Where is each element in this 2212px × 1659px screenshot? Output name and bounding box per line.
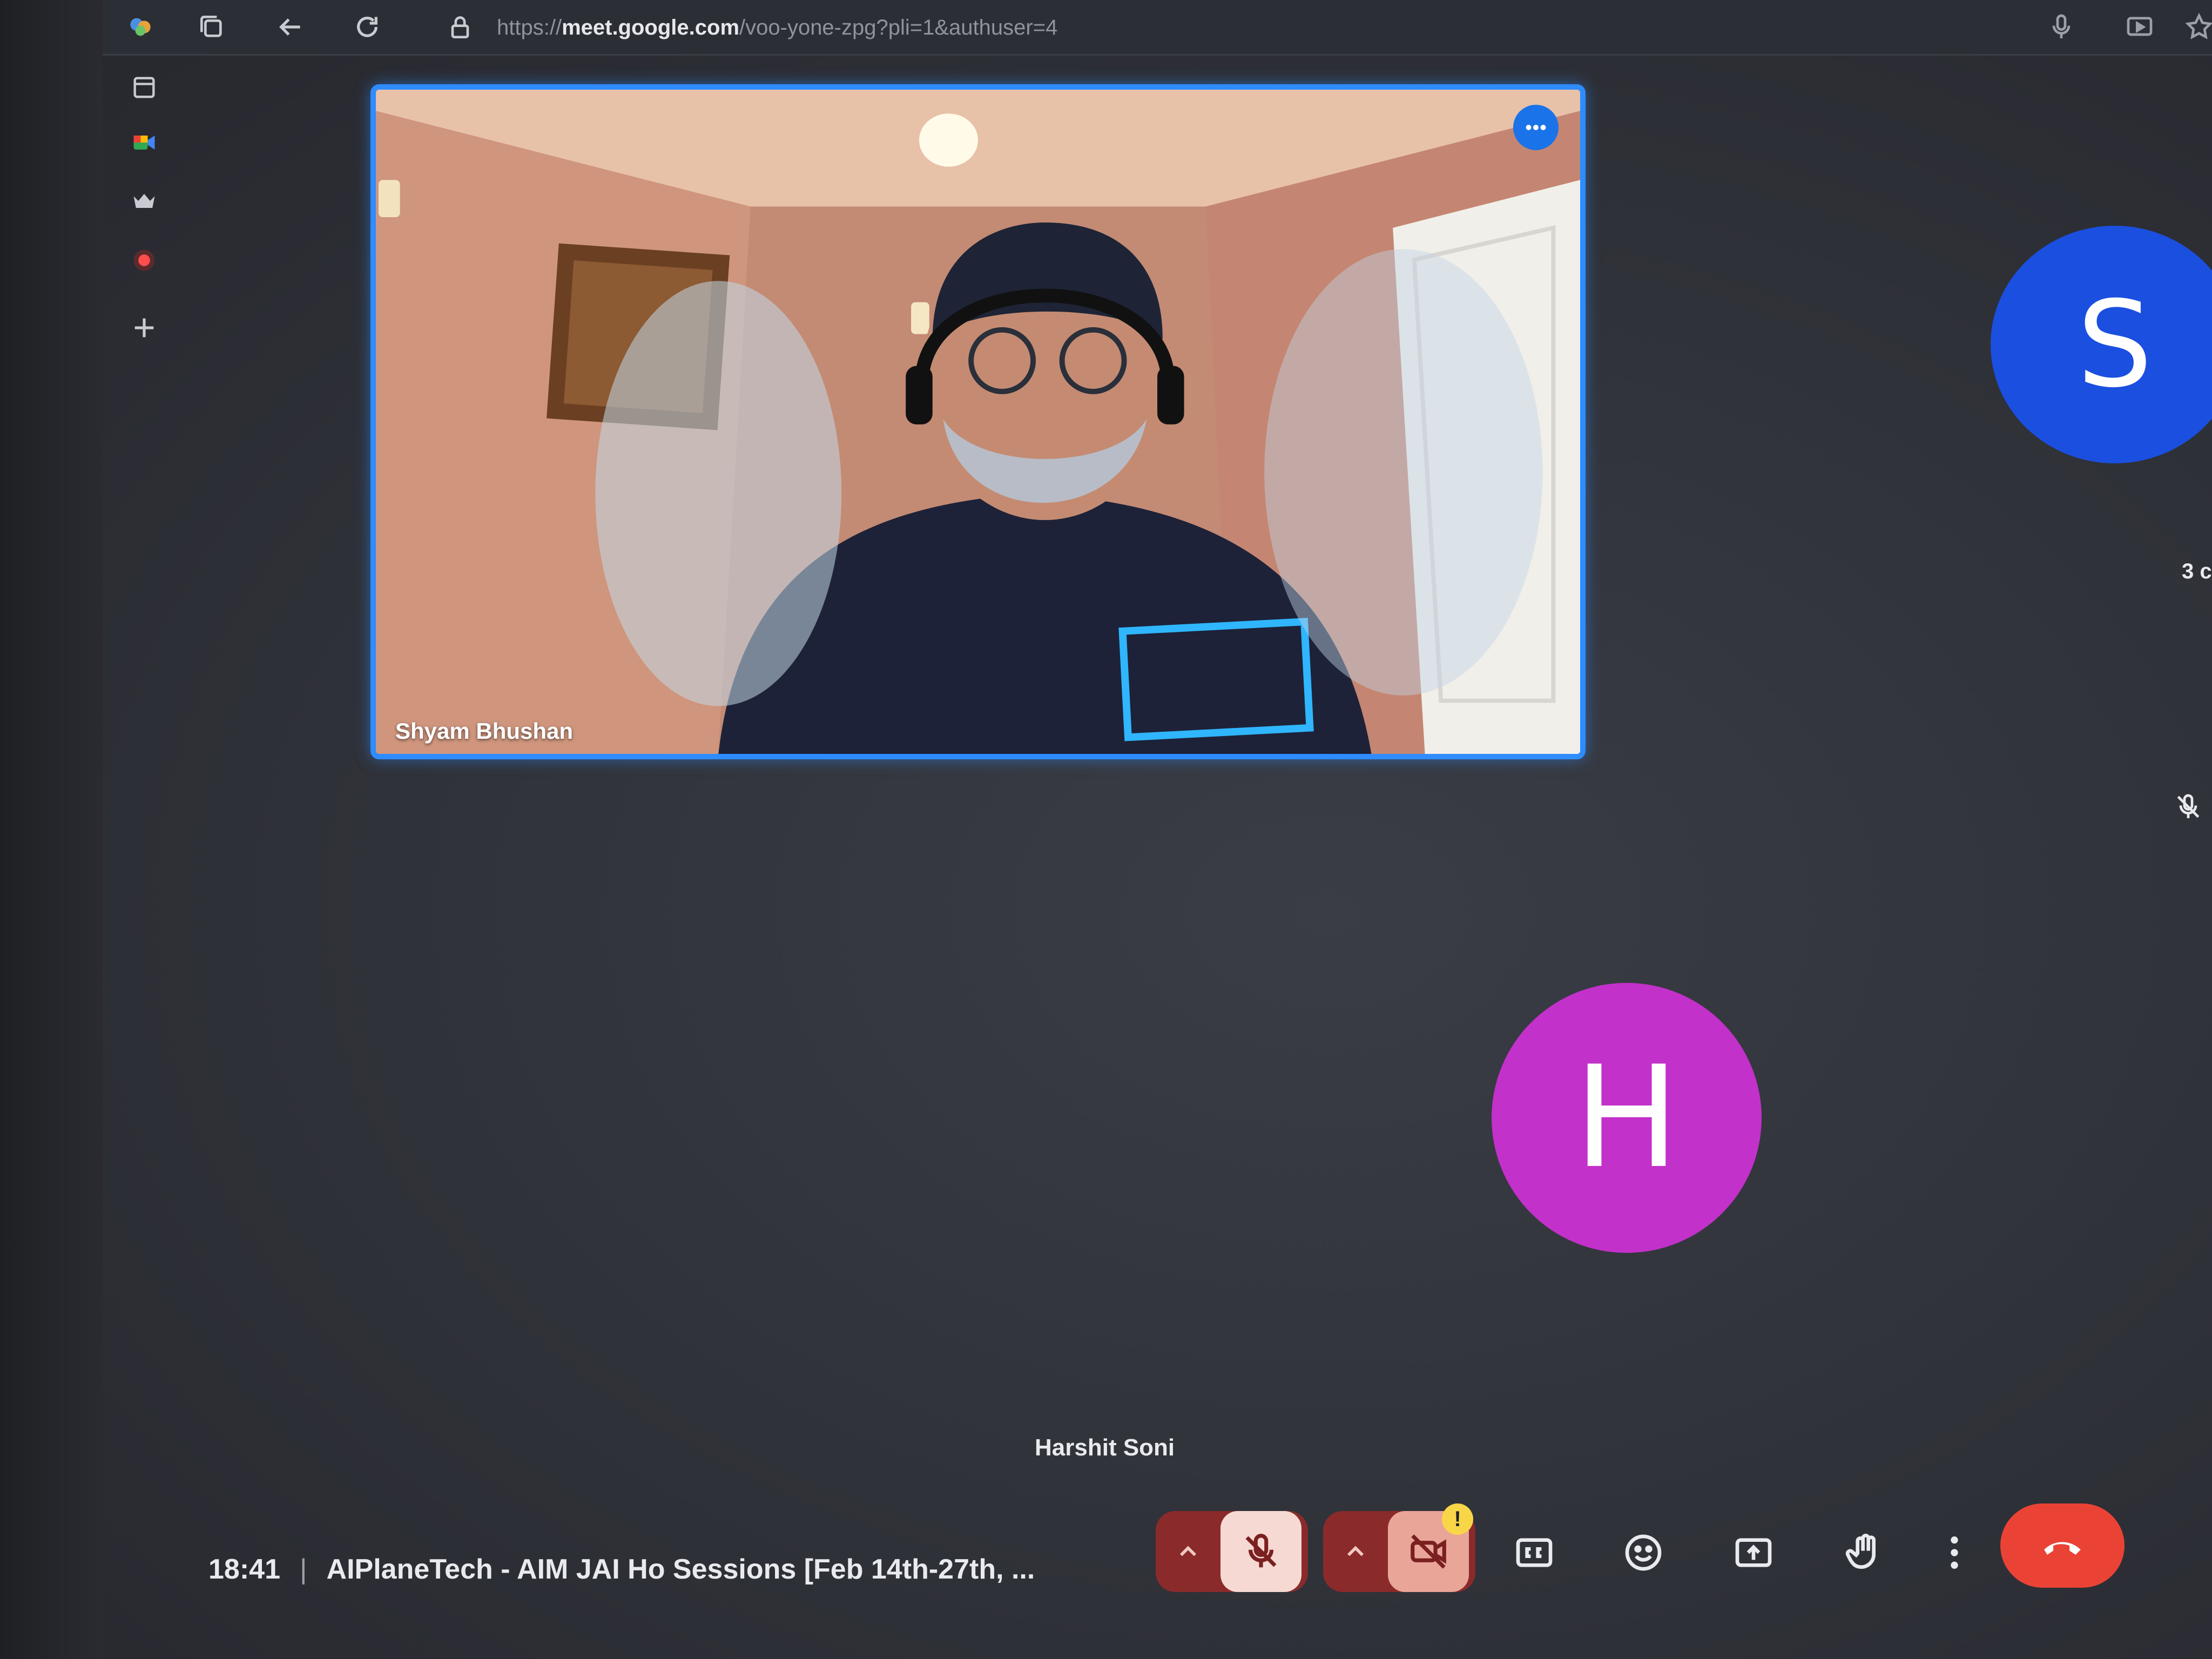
participant-avatar-s[interactable]: S: [1991, 226, 2212, 463]
participant-name-label: Harshit Soni: [1035, 1434, 1175, 1461]
camera-control-group: !: [1323, 1503, 1475, 1592]
meeting-info-separator: |: [300, 1554, 307, 1585]
mic-toggle-button[interactable]: [1220, 1511, 1301, 1592]
back-icon[interactable]: [273, 10, 307, 44]
meet-screen: https://meet.google.com/voo-yone-zpg?pli…: [0, 0, 2212, 1659]
participant-name-label: Shyam Bhushan: [395, 718, 574, 744]
participant-video: [376, 90, 1580, 754]
present-icon: [1735, 1538, 1772, 1567]
cast-icon[interactable]: [2122, 10, 2157, 44]
main-video-tile[interactable]: Shyam Bhushan: [370, 84, 1586, 759]
camera-warning-badge: !: [1442, 1503, 1473, 1535]
raise-hand-icon: [1845, 1534, 1876, 1569]
more-options-button[interactable]: [1914, 1512, 1995, 1593]
bookmark-star-icon[interactable]: [2182, 10, 2212, 44]
mic-control-group: [1156, 1511, 1308, 1592]
browser-toolbar: [103, 0, 2212, 56]
captions-icon: [1516, 1538, 1553, 1567]
emoji-icon: [1625, 1534, 1662, 1571]
emoji-reactions-button[interactable]: [1603, 1512, 1684, 1593]
reload-icon[interactable]: [350, 10, 385, 44]
panel-icon[interactable]: [127, 70, 161, 105]
meet-icon[interactable]: [127, 125, 161, 160]
tabs-icon[interactable]: [194, 10, 229, 44]
add-icon[interactable]: [127, 311, 161, 345]
more-options-icon: [1526, 125, 1546, 130]
leave-call-button[interactable]: [2000, 1503, 2125, 1588]
meeting-time: 18:41: [208, 1554, 280, 1585]
avatar-initial: H: [1574, 1036, 1680, 1199]
camera-toggle-button[interactable]: !: [1388, 1503, 1473, 1592]
camera-off-icon: [1411, 1534, 1446, 1569]
chevron-up-icon: [1347, 1546, 1364, 1556]
address-bar[interactable]: https://meet.google.com/voo-yone-zpg?pli…: [497, 12, 1057, 43]
muted-mic-icon: [2173, 792, 2203, 822]
captions-button[interactable]: [1494, 1512, 1575, 1593]
more-vert-icon: [1951, 1536, 1958, 1569]
url-path: /voo-yone-zpg?pli=1&authuser=4: [739, 16, 1058, 39]
mic-off-icon: [1245, 1534, 1277, 1568]
chevron-up-icon: [1180, 1546, 1196, 1556]
left-edge: [0, 0, 103, 1659]
record-icon[interactable]: [127, 243, 161, 278]
meeting-info: 18:41 | AIPlaneTech - AIM JAI Ho Session…: [208, 1553, 1035, 1586]
meeting-title: AIPlaneTech - AIM JAI Ho Sessions [Feb 1…: [326, 1554, 1035, 1585]
audio-options-button[interactable]: [1156, 1511, 1220, 1592]
hangup-icon: [2044, 1542, 2081, 1555]
lock-icon[interactable]: [443, 10, 477, 44]
crown-icon[interactable]: [127, 184, 161, 218]
tile-options-button[interactable]: [1513, 105, 1559, 150]
browser-logo-icon[interactable]: [123, 10, 158, 44]
participant-avatar-h[interactable]: H: [1492, 983, 1762, 1253]
microphone-icon[interactable]: [2044, 10, 2079, 44]
avatar-initial: S: [2077, 275, 2153, 414]
url-scheme: https://: [497, 16, 562, 39]
present-screen-button[interactable]: [1713, 1512, 1794, 1593]
video-options-button[interactable]: [1323, 1511, 1388, 1592]
url-host: meet.google.com: [562, 16, 740, 39]
raise-hand-button[interactable]: [1824, 1512, 1905, 1593]
participant-count-label: 3 c: [2182, 559, 2212, 583]
